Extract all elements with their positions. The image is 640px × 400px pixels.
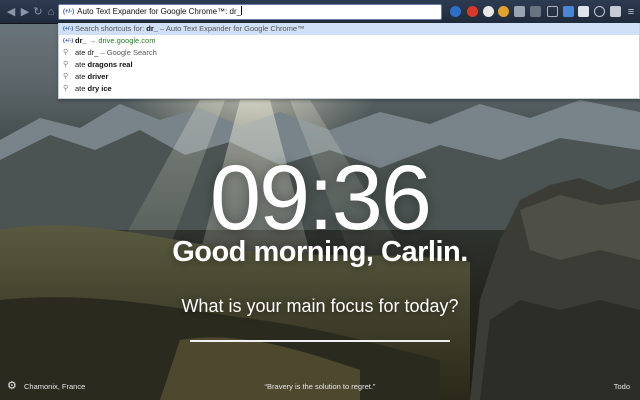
extension-icon-red[interactable]: [467, 6, 478, 17]
suggestion-url: drive.google.com: [98, 36, 156, 45]
search-icon: ⚲: [63, 49, 69, 56]
suggestion-completion: driver: [87, 72, 109, 81]
suggestion-prefix: Search shortcuts for:: [75, 24, 147, 33]
suggestion-separator: →: [86, 36, 99, 45]
clock: 09:36: [209, 147, 432, 249]
extension-icon-window[interactable]: [547, 6, 558, 17]
back-icon[interactable]: ◀: [4, 4, 18, 20]
extension-icon-wifi[interactable]: [594, 6, 605, 17]
suggestion-row[interactable]: ⚲ ate dragons real: [59, 59, 639, 71]
greeting: Good morning, Carlin.: [172, 236, 468, 268]
suggestion-text: ate: [75, 72, 88, 81]
home-icon[interactable]: ⌂: [44, 4, 58, 20]
focus-prompt: What is your main focus for today?: [181, 296, 459, 316]
omnibox-extension-badge: (+/-): [63, 9, 75, 15]
search-icon: ⚲: [63, 85, 69, 92]
focus-input[interactable]: [190, 328, 450, 342]
suggestion-source: Google Search: [106, 48, 157, 57]
suggestion-completion: dry ice: [87, 84, 112, 93]
extension-icon-translate[interactable]: [563, 6, 574, 17]
search-icon: ⚲: [63, 73, 69, 80]
suggestion-text: ate: [75, 60, 88, 69]
text-caret: [241, 6, 243, 15]
extension-icon-orange[interactable]: [498, 6, 509, 17]
suggestion-query: dr_: [75, 36, 87, 45]
suggestion-row[interactable]: ⚲ ate dr_ – Google Search: [59, 47, 639, 59]
address-bar-text: Auto Text Expander for Google Chrome™: d…: [77, 7, 242, 16]
extension-icon: (+/-): [63, 26, 74, 32]
suggestion-text: ate: [75, 84, 88, 93]
suggestion-separator: –: [157, 24, 166, 33]
suggestion-separator: –: [98, 48, 107, 57]
todo-button[interactable]: Todo: [614, 382, 630, 391]
forward-icon[interactable]: ▶: [18, 4, 32, 20]
extension-icon-white[interactable]: [483, 6, 494, 17]
search-icon: ⚲: [63, 61, 69, 68]
menu-icon[interactable]: ≡: [624, 4, 638, 20]
reload-icon[interactable]: ↻: [31, 4, 45, 20]
extension-icon-blue[interactable]: [450, 6, 461, 17]
suggestion-query: dr_: [146, 24, 158, 33]
extension-icon: (+/-): [63, 38, 74, 44]
omnibox-suggestions: (+/-) Search shortcuts for: dr_ – Auto T…: [58, 23, 640, 99]
suggestion-row[interactable]: (+/-) Search shortcuts for: dr_ – Auto T…: [59, 23, 639, 35]
extension-icon-grey[interactable]: [514, 6, 525, 17]
suggestion-row[interactable]: ⚲ ate dry ice: [59, 83, 639, 95]
suggestion-completion: dragons real: [87, 60, 133, 69]
browser-toolbar: ◀ ▶ ↻ ⌂ (+/-) Auto Text Expander for Goog…: [0, 0, 640, 24]
suggestion-row[interactable]: (+/-) dr_ → drive.google.com: [59, 35, 639, 47]
extension-icon-lastpass[interactable]: [610, 6, 621, 17]
suggestion-source: Auto Text Expander for Google Chrome™: [165, 24, 305, 33]
quote: “Bravery is the solution to regret.”: [264, 382, 376, 391]
address-bar[interactable]: (+/-) Auto Text Expander for Google Chrom…: [58, 4, 442, 20]
suggestion-row[interactable]: ⚲ ate driver: [59, 71, 639, 83]
suggestion-text: ate dr_: [75, 48, 99, 57]
extension-icon-pocket[interactable]: [578, 6, 589, 17]
extension-icon-slate[interactable]: [530, 6, 541, 17]
